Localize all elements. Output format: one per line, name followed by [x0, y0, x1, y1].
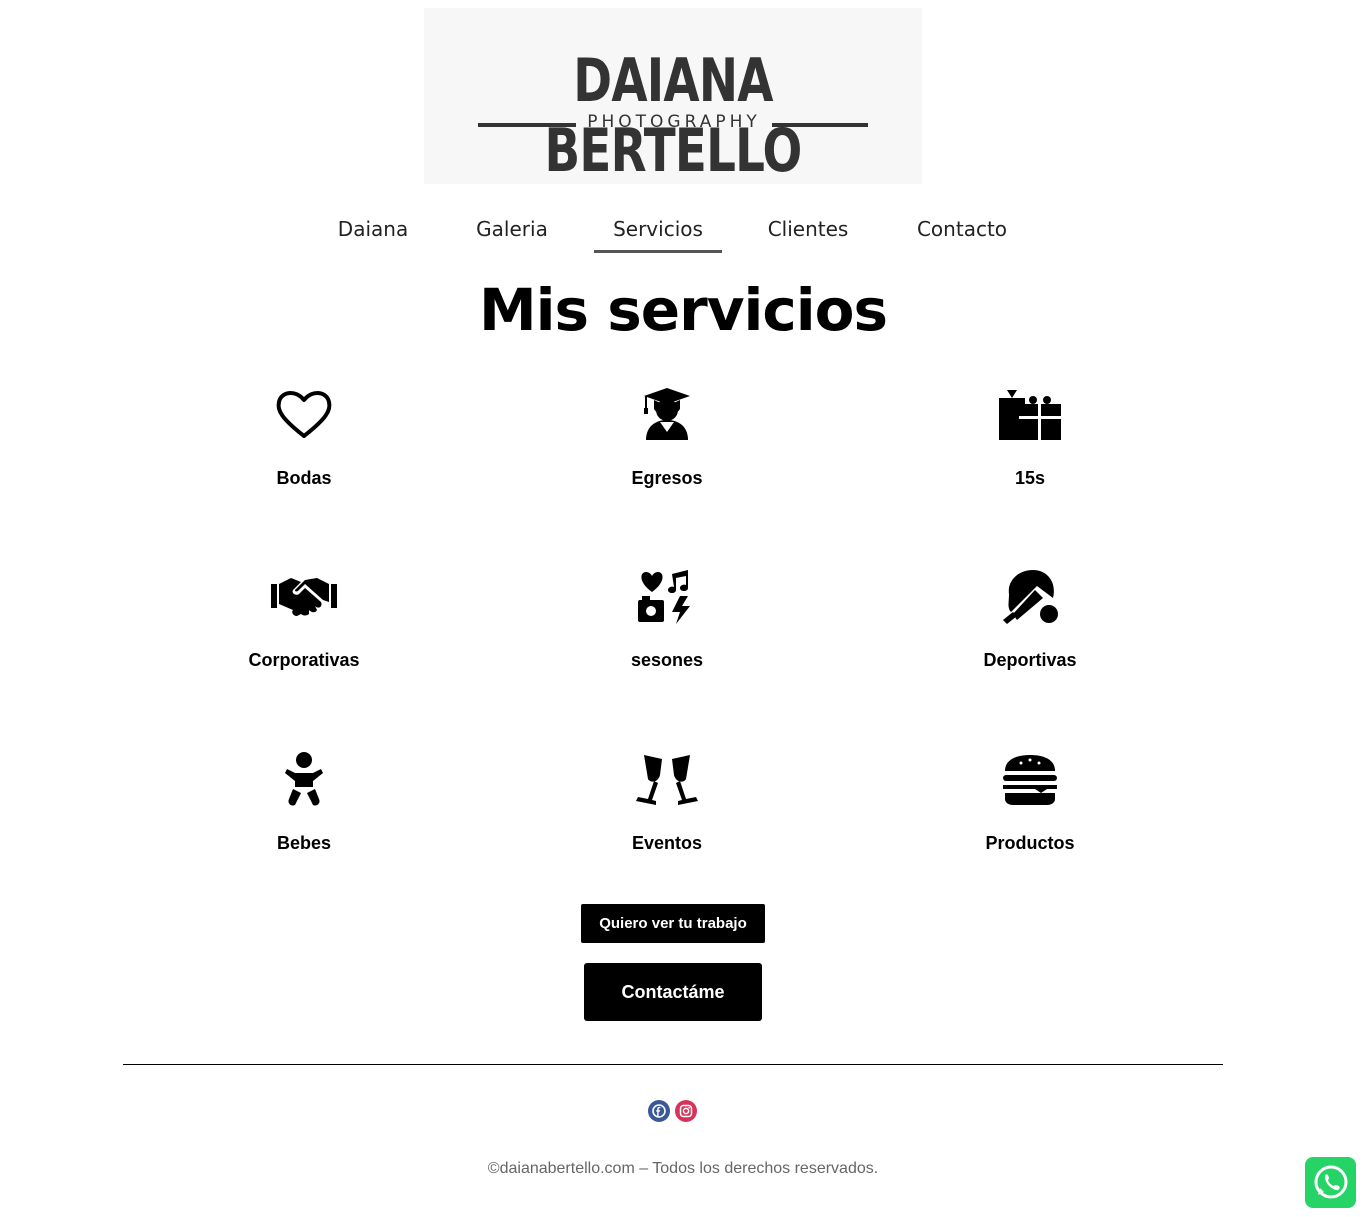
handshake-icon — [271, 578, 337, 616]
glass-cheers-icon — [636, 755, 698, 805]
nav-item-clientes[interactable]: Clientes — [758, 210, 858, 250]
heart-icon — [276, 391, 332, 438]
service-eventos: Eventos — [517, 751, 817, 854]
service-label: Bebes — [276, 833, 332, 853]
baby-icon — [285, 752, 323, 806]
service-label: Egresos — [631, 468, 703, 488]
service-label: 15s — [1014, 468, 1046, 488]
service-sesones: sesones — [517, 568, 817, 671]
service-label: Deportivas — [983, 650, 1077, 670]
contact-button[interactable]: Contactáme — [584, 963, 762, 1021]
gifts-icon — [999, 390, 1061, 440]
service-bodas: Bodas — [154, 386, 454, 489]
page-title: Mis servicios — [478, 276, 888, 344]
service-corporativas: Corporativas — [154, 568, 454, 671]
site-logo[interactable]: DAIANA BERTELLO PHOTOGRAPHY — [424, 8, 922, 186]
logo-line-right — [772, 123, 868, 127]
service-deportivas: Deportivas — [880, 568, 1180, 671]
table-tennis-icon — [1003, 570, 1058, 624]
whatsapp-icon — [1314, 1165, 1348, 1199]
copyright-text: ©daianabertello.com – Todos los derechos… — [487, 1160, 879, 1177]
icons-collage-icon — [638, 570, 690, 624]
view-work-button[interactable]: Quiero ver tu trabajo — [581, 904, 765, 943]
service-label: Bodas — [276, 468, 332, 488]
service-label: sesones — [630, 650, 704, 670]
service-egresos: Egresos — [517, 386, 817, 489]
hamburger-icon — [1003, 755, 1057, 805]
instagram-icon[interactable] — [675, 1100, 697, 1122]
service-label: Corporativas — [248, 650, 360, 670]
service-productos: Productos — [880, 751, 1180, 854]
graduate-icon — [644, 388, 690, 440]
logo-line-left — [478, 123, 576, 127]
main-nav: Daiana Galeria Servicios Clientes Contac… — [0, 210, 1366, 254]
facebook-icon[interactable] — [648, 1100, 670, 1122]
service-15s: 15s — [880, 386, 1180, 489]
service-label: Productos — [985, 833, 1075, 853]
service-bebes: Bebes — [154, 751, 454, 854]
logo-subtitle: PHOTOGRAPHY — [587, 112, 761, 132]
nav-item-contacto[interactable]: Contacto — [905, 210, 1019, 250]
whatsapp-button[interactable] — [1305, 1157, 1356, 1208]
service-label: Eventos — [631, 833, 703, 853]
nav-item-servicios[interactable]: Servicios — [594, 210, 722, 253]
nav-item-daiana[interactable]: Daiana — [327, 210, 419, 250]
footer-divider — [123, 1064, 1223, 1065]
logo-subtitle-row: PHOTOGRAPHY — [478, 112, 868, 136]
nav-item-galeria[interactable]: Galeria — [466, 210, 558, 250]
